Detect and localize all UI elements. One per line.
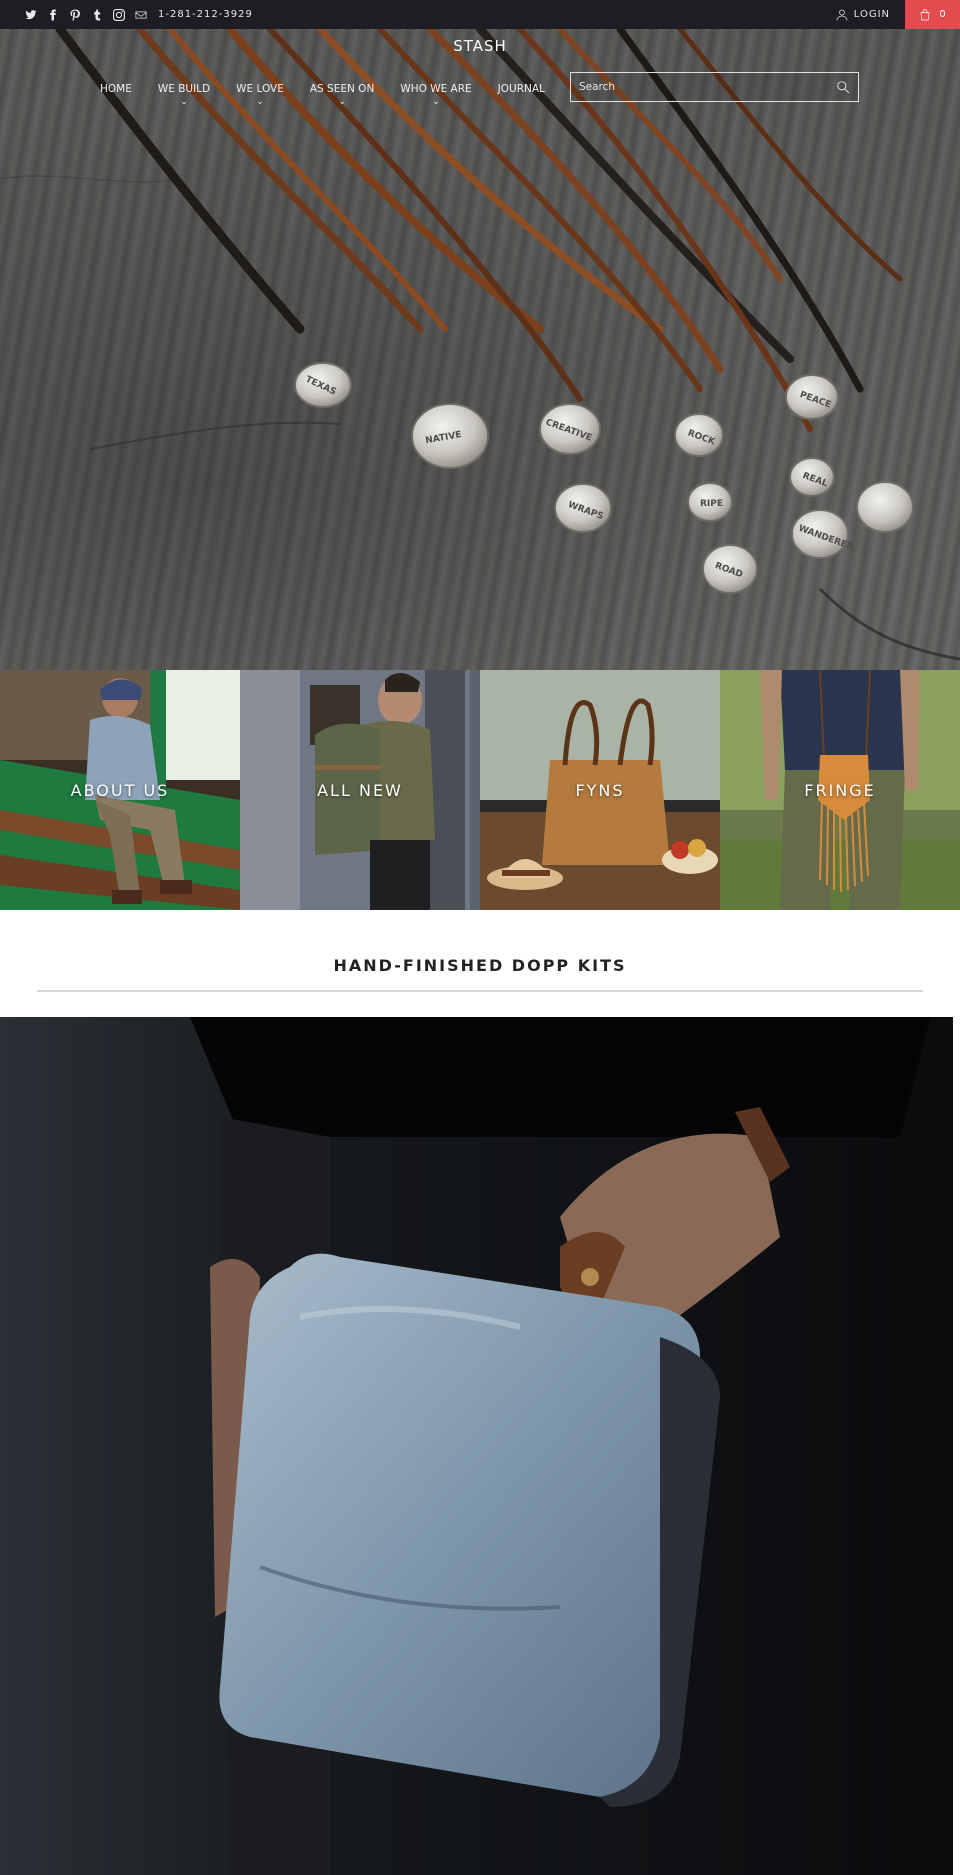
section-divider	[37, 990, 923, 992]
category-tiles: ABOUT US ALL NEW FYNS FRINGE	[0, 670, 960, 910]
pinterest-icon[interactable]	[64, 0, 86, 29]
hero-banner[interactable]: TEXAS NATIVE CREATIVE WRAPS ROCK RIPE RO…	[0, 29, 960, 670]
chevron-down-icon: ⌄	[432, 97, 440, 107]
feature-image-dopp-kit[interactable]	[0, 1017, 953, 1875]
nav-item-who-we-are[interactable]: WHO WE ARE ⌄	[400, 83, 472, 107]
cart-button[interactable]: 0	[905, 0, 960, 29]
cart-count: 0	[939, 9, 946, 20]
shopping-bag-icon	[920, 8, 930, 20]
tile-all-new[interactable]: ALL NEW	[240, 670, 480, 910]
tile-label: FRINGE	[804, 780, 876, 800]
search-box	[570, 72, 859, 102]
search-input[interactable]	[579, 79, 819, 95]
login-link[interactable]: LOGIN	[836, 0, 890, 29]
tumblr-icon[interactable]	[86, 0, 108, 29]
tile-fringe[interactable]: FRINGE	[720, 670, 960, 910]
phone-number[interactable]: 1-281-212-3929	[158, 9, 253, 20]
nav-label: AS SEEN ON	[309, 83, 375, 95]
social-links: 1-281-212-3929	[20, 0, 253, 29]
main-nav: HOME WE BUILD ⌄ WE LOVE ⌄ AS SEEN ON ⌄ W…	[100, 83, 571, 107]
dopp-kit-photo	[0, 1017, 953, 1875]
nav-item-we-build[interactable]: WE BUILD ⌄	[157, 83, 211, 107]
tile-label: ALL NEW	[317, 780, 403, 800]
chevron-down-icon: ⌄	[180, 97, 188, 107]
instagram-icon[interactable]	[108, 0, 130, 29]
nav-label: WE BUILD	[157, 83, 211, 95]
tile-label: ABOUT US	[70, 780, 170, 800]
nav-item-as-seen-on[interactable]: AS SEEN ON ⌄	[309, 83, 375, 107]
svg-text:RIPE: RIPE	[700, 499, 723, 509]
tile-fyns[interactable]: FYNS	[480, 670, 720, 910]
user-icon	[836, 9, 848, 21]
nav-label: WE LOVE	[236, 83, 284, 95]
twitter-icon[interactable]	[20, 0, 42, 29]
nav-item-home[interactable]: HOME	[100, 83, 132, 95]
top-bar: 1-281-212-3929 LOGIN 0	[0, 0, 960, 29]
nav-label: JOURNAL	[497, 83, 545, 95]
mail-icon[interactable]	[130, 0, 152, 29]
tile-about-us[interactable]: ABOUT US	[0, 670, 240, 910]
section-title: HAND-FINISHED DOPP KITS	[333, 956, 627, 975]
site-logo[interactable]: STASH	[0, 37, 960, 55]
search-icon[interactable]	[836, 80, 850, 94]
hero-image-necklaces: TEXAS NATIVE CREATIVE WRAPS ROCK RIPE RO…	[0, 29, 960, 670]
nav-item-we-love[interactable]: WE LOVE ⌄	[236, 83, 284, 107]
chevron-down-icon: ⌄	[256, 97, 264, 107]
nav-label: HOME	[100, 83, 132, 95]
nav-item-journal[interactable]: JOURNAL	[498, 83, 545, 95]
chevron-down-icon: ⌄	[338, 97, 346, 107]
tile-label: FYNS	[575, 780, 625, 800]
login-label: LOGIN	[853, 9, 890, 20]
facebook-icon[interactable]	[42, 0, 64, 29]
nav-label: WHO WE ARE	[400, 83, 472, 95]
